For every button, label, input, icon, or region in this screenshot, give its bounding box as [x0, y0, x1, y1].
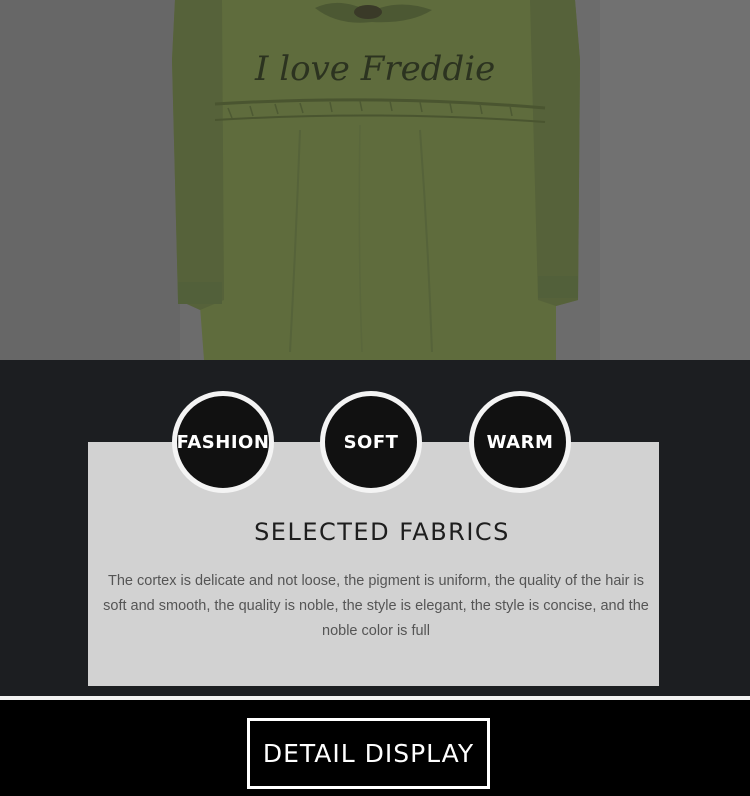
detail-display-button[interactable]: DETAIL DISPLAY [247, 718, 490, 789]
coat-illustration: I love Freddie [0, 0, 750, 360]
section-title: SELECTED FABRICS [254, 518, 510, 546]
feature-badge-soft: SOFT [320, 391, 422, 493]
product-photo: I love Freddie [0, 0, 750, 360]
feature-badge-warm: WARM [469, 391, 571, 493]
embroidery-text: I love Freddie [254, 49, 495, 89]
section-description: The cortex is delicate and not loose, th… [103, 573, 649, 639]
feature-badge-fashion: FASHION [172, 391, 274, 493]
